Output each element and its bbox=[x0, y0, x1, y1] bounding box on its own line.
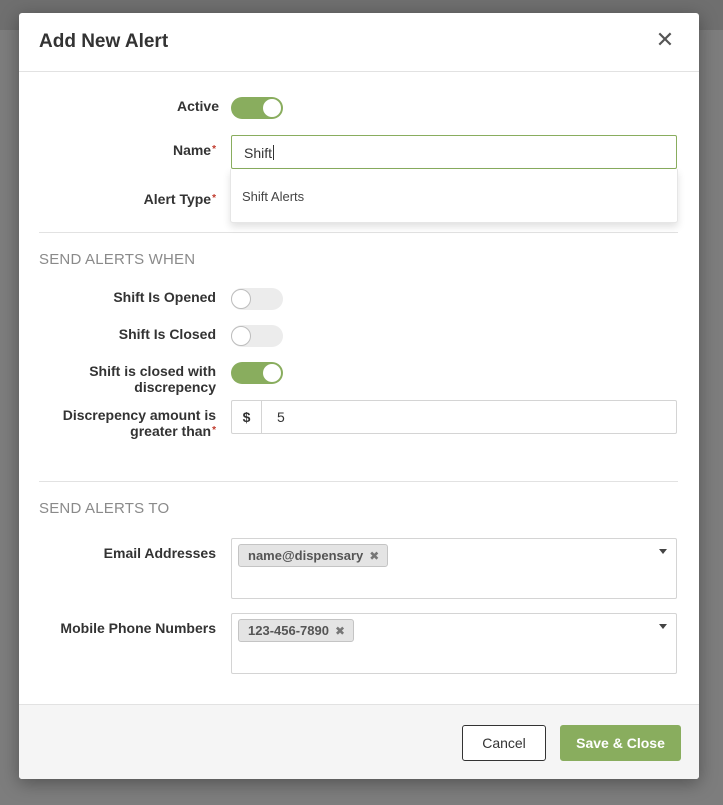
cancel-button[interactable]: Cancel bbox=[462, 725, 546, 761]
name-input[interactable]: Shift bbox=[231, 135, 677, 169]
email-tag: name@dispensary ✖ bbox=[238, 544, 389, 567]
alert-type-label: Alert Type* bbox=[19, 191, 216, 207]
section-divider bbox=[39, 232, 678, 233]
phone-tag: 123-456-7890 ✖ bbox=[238, 619, 355, 642]
shift-closed-toggle[interactable] bbox=[231, 325, 283, 347]
name-input-value: Shift bbox=[244, 145, 273, 161]
add-alert-modal: Add New Alert ✕ Active Name* Shift Alert… bbox=[19, 13, 699, 779]
toggle-knob bbox=[231, 326, 251, 346]
modal-footer: Cancel Save & Close bbox=[19, 704, 699, 779]
active-label-text: Active bbox=[176, 98, 219, 114]
tag-remove-icon[interactable]: ✖ bbox=[335, 621, 345, 642]
close-icon[interactable]: ✕ bbox=[655, 29, 675, 51]
discrepency-amount-label-line2: greater than bbox=[130, 423, 212, 439]
toggle-knob bbox=[262, 98, 282, 118]
chevron-down-icon[interactable] bbox=[659, 624, 667, 629]
suggestion-option[interactable]: Shift Alerts bbox=[242, 189, 304, 204]
shift-discrepency-label-line2: discrepency bbox=[134, 379, 216, 395]
shift-opened-toggle[interactable] bbox=[231, 288, 283, 310]
mobile-phone-label: Mobile Phone Numbers bbox=[19, 620, 216, 636]
name-suggestions-dropdown: Shift Alerts bbox=[230, 169, 678, 223]
alert-type-label-text: Alert Type bbox=[143, 191, 212, 207]
send-alerts-to-heading: SEND ALERTS TO bbox=[39, 500, 170, 517]
modal-title: Add New Alert bbox=[39, 31, 169, 52]
tag-remove-icon[interactable]: ✖ bbox=[369, 546, 379, 567]
modal-header: Add New Alert ✕ bbox=[19, 13, 699, 72]
section-divider bbox=[39, 481, 678, 482]
shift-closed-label-text: Shift Is Closed bbox=[118, 326, 216, 342]
active-toggle[interactable] bbox=[231, 97, 283, 119]
save-and-close-button[interactable]: Save & Close bbox=[560, 725, 681, 761]
shift-discrepency-toggle[interactable] bbox=[231, 362, 283, 384]
chevron-down-icon[interactable] bbox=[659, 549, 667, 554]
shift-closed-label: Shift Is Closed bbox=[19, 326, 216, 342]
email-addresses-label: Email Addresses bbox=[19, 545, 216, 561]
discrepency-amount-label: Discrepency amount is greater than* bbox=[19, 407, 216, 439]
shift-discrepency-label: Shift is closed with discrepency bbox=[19, 363, 216, 395]
toggle-knob bbox=[262, 363, 282, 383]
text-caret bbox=[273, 145, 275, 160]
required-marker: * bbox=[212, 144, 216, 155]
toggle-knob bbox=[231, 289, 251, 309]
name-label-text: Name bbox=[172, 142, 212, 158]
currency-addon: $ bbox=[232, 401, 262, 433]
shift-opened-label-text: Shift Is Opened bbox=[113, 289, 216, 305]
name-label: Name* bbox=[19, 142, 216, 158]
phone-tag-label: 123-456-7890 bbox=[248, 623, 329, 638]
active-label: Active bbox=[19, 98, 219, 114]
discrepency-amount-label-line1: Discrepency amount is bbox=[62, 407, 216, 423]
send-alerts-when-heading: SEND ALERTS WHEN bbox=[39, 251, 196, 268]
mobile-phone-label-text: Mobile Phone Numbers bbox=[60, 620, 216, 636]
required-marker: * bbox=[212, 425, 216, 436]
discrepency-amount-value[interactable]: 5 bbox=[277, 401, 285, 433]
required-marker: * bbox=[212, 193, 216, 204]
email-tag-label: name@dispensary bbox=[248, 548, 364, 563]
email-addresses-label-text: Email Addresses bbox=[103, 545, 216, 561]
shift-opened-label: Shift Is Opened bbox=[19, 289, 216, 305]
discrepency-amount-field[interactable]: $ 5 bbox=[231, 400, 677, 434]
email-addresses-select[interactable]: name@dispensary ✖ bbox=[231, 538, 677, 599]
shift-discrepency-label-line1: Shift is closed with bbox=[89, 363, 216, 379]
mobile-phone-select[interactable]: 123-456-7890 ✖ bbox=[231, 613, 677, 674]
